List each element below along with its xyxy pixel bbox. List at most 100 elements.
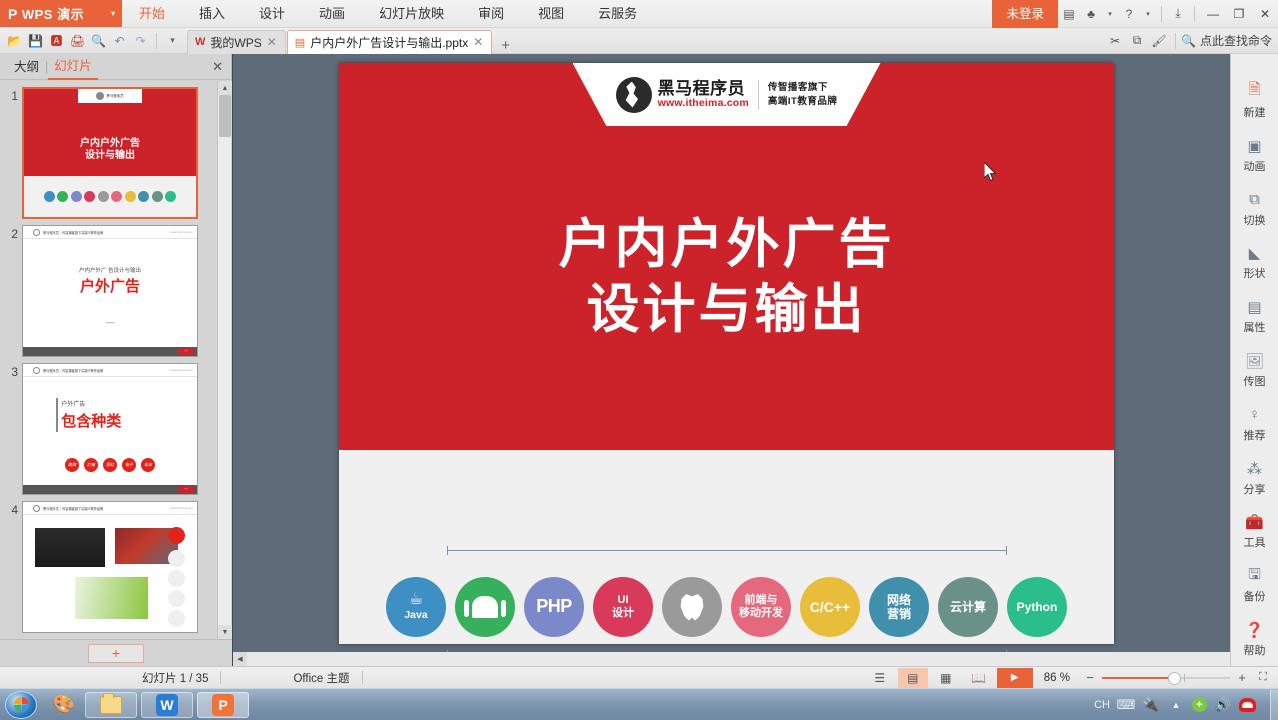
navigator-scrollbar[interactable]: ▲ ▼ — [217, 81, 232, 639]
slide-header-banner: 黑马程序员 www.itheima.com 传智播客旗下 高端IT教育品牌 — [572, 63, 881, 126]
course-badge-label: 前端与 — [744, 594, 778, 607]
slide-thumbnail-list[interactable]: 1 黑马程序员 户内户外广告 设计与输出 2 黑马程序员｜传智播客旗下高端IT教… — [0, 81, 232, 639]
wps-w-icon: W — [195, 36, 206, 48]
triangle-up-icon[interactable]: ▲ — [218, 81, 232, 95]
close-icon[interactable]: ✕ — [473, 35, 483, 49]
scissors-icon[interactable]: ✂ — [1104, 29, 1126, 53]
heima-horse-logo-icon — [33, 228, 40, 236]
outline-view-icon[interactable]: ☰ — [865, 668, 895, 688]
maximize-icon[interactable]: ❐ — [1226, 0, 1252, 28]
tab-slides[interactable]: 幻灯片 — [48, 54, 98, 80]
theme-label: Office 主题 — [293, 672, 350, 685]
menu-item-animation[interactable]: 动画 — [302, 0, 362, 28]
download-icon[interactable]: ⤓ — [1167, 0, 1189, 28]
usb-icon[interactable]: 🔌 — [1142, 696, 1160, 714]
course-badge-network-marketing: 网络 营销 — [869, 577, 929, 637]
chevron-down-icon[interactable]: ▾ — [1140, 0, 1156, 28]
menu-item-insert[interactable]: 插入 — [182, 0, 242, 28]
export-pdf-icon[interactable]: 🅰 — [46, 30, 67, 52]
show-desktop-button[interactable] — [1270, 689, 1278, 720]
slide-thumbnail-1[interactable]: 黑马程序员 户内户外广告 设计与输出 — [22, 87, 198, 219]
slide-sorter-icon[interactable]: ▦ — [931, 668, 961, 688]
print-icon[interactable]: 🖨 — [67, 30, 88, 52]
file-tab-presentation[interactable]: ▤ 户内户外广告设计与输出.pptx ✕ — [286, 29, 493, 54]
list-item[interactable]: 3 黑马程序员｜传智播客旗下高端IT教育品牌 www.itheima.com 户… — [0, 357, 232, 495]
zoom-out-button[interactable]: − — [1081, 670, 1099, 685]
close-icon[interactable]: ✕ — [212, 59, 223, 75]
divider — [1161, 5, 1162, 22]
login-button[interactable]: 未登录 — [992, 0, 1058, 28]
windows-start-icon[interactable] — [5, 690, 37, 719]
add-slide-button[interactable]: + — [88, 643, 144, 663]
undo-icon[interactable]: ↶ — [109, 30, 130, 52]
chevron-down-icon[interactable]: ▾ — [1102, 0, 1118, 28]
show-hidden-icon[interactable]: ▲ — [1167, 696, 1185, 714]
canvas-horizontal-scrollbar[interactable]: ◀ ▶ — [233, 652, 1249, 666]
cloud-icon[interactable] — [1239, 697, 1256, 712]
copy-icon[interactable]: ⧉ — [1126, 29, 1148, 53]
current-slide[interactable]: 黑马程序员 www.itheima.com 传智播客旗下 高端IT教育品牌 户内… — [339, 63, 1114, 659]
save-icon[interactable]: 💾 — [25, 30, 46, 52]
new-tab-button[interactable]: + — [493, 37, 518, 54]
taskbar-item-wps-presentation[interactable]: P — [197, 691, 249, 718]
ime-label[interactable]: CH — [1094, 699, 1110, 711]
security-icon[interactable]: + — [1192, 697, 1207, 712]
slide-thumbnail-4[interactable]: 黑马程序员｜传智播客旗下高端IT教育品牌 www.itheima.com — [22, 501, 198, 633]
tab-outline[interactable]: 大纲 — [8, 55, 45, 79]
chevron-down-icon[interactable]: ▾ — [104, 0, 122, 27]
menu-item-slideshow[interactable]: 幻灯片放映 — [362, 0, 461, 28]
close-icon[interactable]: ✕ — [1252, 0, 1278, 28]
taskbar-item-wps-writer[interactable]: W — [141, 691, 193, 718]
keyboard-icon[interactable]: ⌨ — [1117, 696, 1136, 714]
triangle-down-icon[interactable]: ▼ — [218, 625, 232, 639]
document-icon[interactable]: ▤ — [1058, 0, 1080, 28]
wps-brand-logo[interactable]: P WPS 演示 — [0, 0, 104, 27]
close-icon[interactable]: ✕ — [267, 35, 277, 49]
minimize-icon[interactable]: — — [1200, 0, 1226, 28]
taskbar-item-explorer[interactable] — [85, 691, 137, 718]
list-item[interactable]: 1 黑马程序员 户内户外广告 设计与输出 — [0, 81, 232, 219]
triangle-left-icon[interactable]: ◀ — [233, 652, 247, 666]
open-folder-icon[interactable]: 📂 — [4, 30, 25, 52]
slide-canvas-area[interactable]: 黑马程序员 www.itheima.com 传智播客旗下 高端IT教育品牌 户内… — [233, 54, 1263, 666]
course-badge-label: UI — [617, 594, 629, 607]
slide-thumbnail-2[interactable]: 黑马程序员｜传智播客旗下高端IT教育品牌 www.itheima.com 户内户… — [22, 225, 198, 357]
file-tab-my-wps[interactable]: W 我的WPS ✕ — [187, 29, 286, 54]
list-item[interactable]: 4 黑马程序员｜传智播客旗下高端IT教育品牌 www.itheima.com — [0, 495, 232, 633]
redo-icon[interactable]: ↷ — [130, 30, 151, 52]
course-badge-java: ☕ Java — [386, 577, 446, 637]
menu-item-cloud[interactable]: 云服务 — [581, 0, 654, 28]
reading-view-icon[interactable]: 📖 — [964, 668, 994, 688]
find-command-box[interactable]: 🔍 点此查找命令 — [1181, 32, 1272, 49]
share-icon: ⁂ — [1247, 460, 1262, 478]
format-painter-icon[interactable]: 🖌 — [1148, 29, 1170, 53]
zoom-in-button[interactable]: + — [1233, 670, 1251, 685]
slider-knob[interactable] — [1168, 671, 1181, 685]
new-document-icon: 🗎 — [1248, 81, 1261, 99]
sidebar-item-label: 形状 — [1243, 268, 1266, 281]
print-preview-icon[interactable]: 🔍 — [88, 30, 109, 52]
slide-title[interactable]: 户内户外广告 设计与输出 — [339, 213, 1114, 342]
play-slideshow-button[interactable]: ▶ — [996, 667, 1033, 688]
list-item[interactable]: 2 黑马程序员｜传智播客旗下高端IT教育品牌 www.itheima.com 户… — [0, 219, 232, 357]
volume-icon[interactable]: 🔊 — [1214, 696, 1232, 714]
zoom-slider[interactable] — [1102, 671, 1230, 685]
scrollbar-thumb[interactable] — [219, 95, 231, 137]
search-icon: 🔍 — [1181, 33, 1196, 48]
help-circle-icon: ❓ — [1245, 622, 1264, 640]
customize-caret-icon[interactable]: ▾ — [162, 30, 183, 52]
fit-to-window-icon[interactable]: ⛶ — [1254, 671, 1272, 684]
menu-item-review[interactable]: 审阅 — [461, 0, 521, 28]
slide-title-line1: 户内户外广告 — [558, 215, 895, 274]
help-icon[interactable]: ? — [1118, 0, 1140, 28]
menu-item-design[interactable]: 设计 — [242, 0, 302, 28]
normal-view-icon[interactable]: ▤ — [897, 667, 928, 688]
panel-resize-handle[interactable] — [1231, 54, 1246, 666]
menu-item-start[interactable]: 开始 — [122, 0, 182, 28]
menu-item-view[interactable]: 视图 — [521, 0, 581, 28]
show-desktop-icon[interactable]: 🎨 — [47, 692, 81, 718]
slide-thumbnail-3[interactable]: 黑马程序员｜传智播客旗下高端IT教育品牌 www.itheima.com 户外广… — [22, 363, 198, 495]
thumb-header-text: 黑马程序员｜传智播客旗下高端IT教育品牌 — [43, 230, 104, 235]
hat-icon[interactable]: ♣ — [1080, 0, 1102, 28]
sidebar-item-label: 备份 — [1243, 591, 1266, 604]
